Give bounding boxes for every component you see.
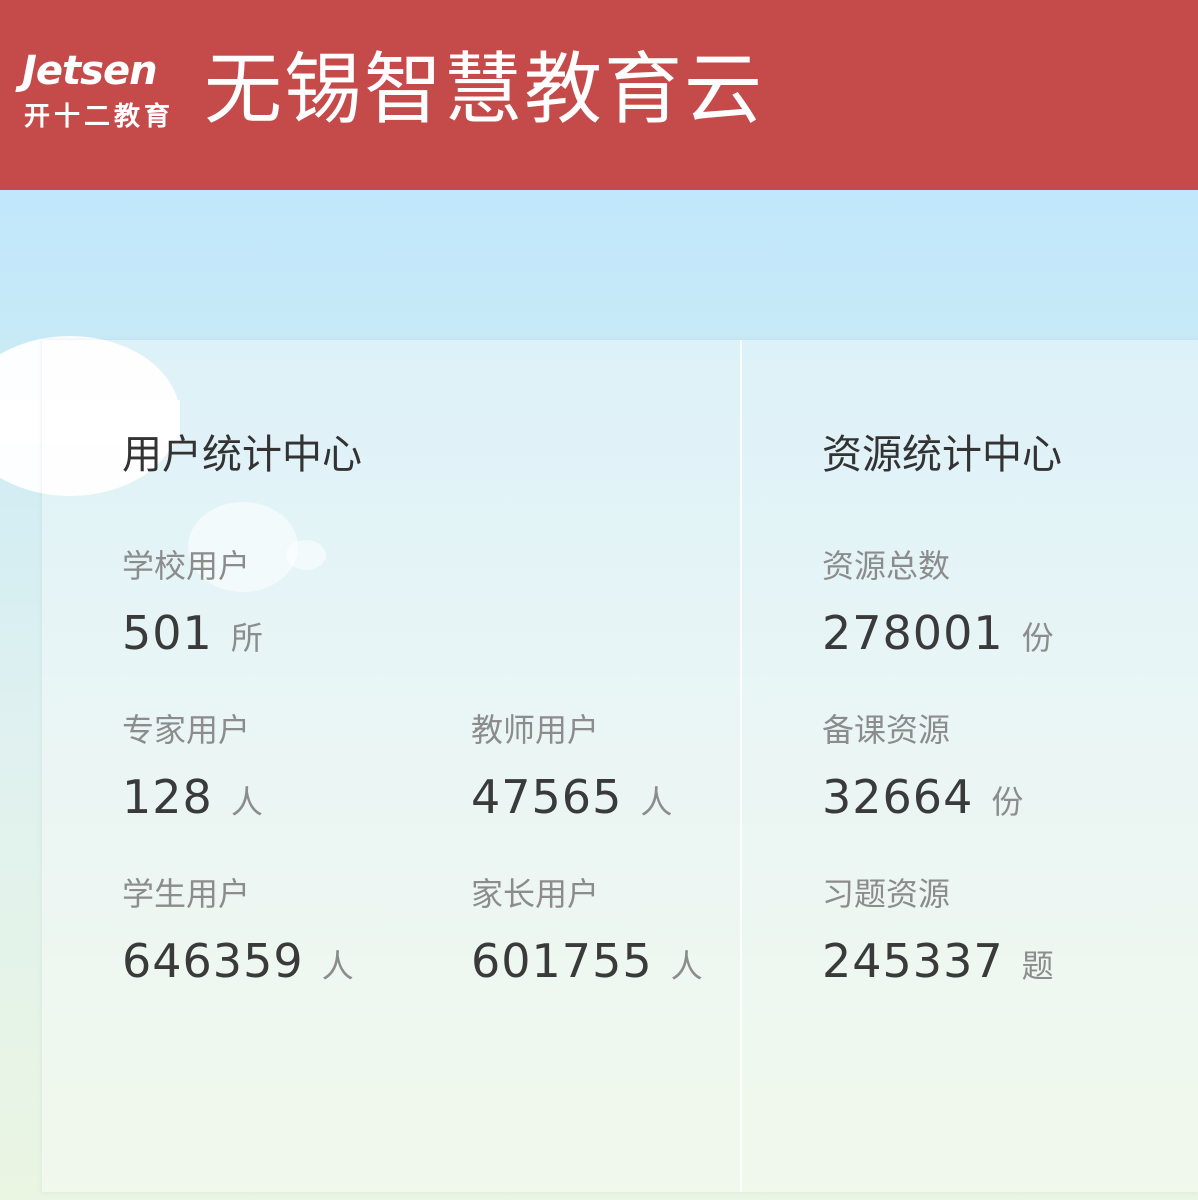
stat-unit: 人	[230, 783, 263, 821]
jetsen-logo[interactable]: Jetsen 开十二教育	[22, 46, 192, 141]
stat-lesson-resources: 备课资源 32664 份	[822, 710, 1023, 835]
stat-expert-users: 专家用户 128 人	[122, 710, 263, 835]
user-stats-title: 用户统计中心	[122, 432, 362, 478]
stat-label: 教师用户	[471, 711, 600, 749]
panel-divider	[740, 340, 742, 1192]
logo-sub-text: 开十二教育	[24, 102, 175, 132]
stat-value: 278001	[822, 606, 1004, 660]
stat-label: 习题资源	[822, 875, 951, 913]
stat-exercise-resources: 习题资源 245337 题	[822, 874, 1054, 999]
stat-unit: 份	[991, 783, 1024, 821]
stat-value: 601755	[471, 934, 653, 988]
cloud-decoration-tiny	[286, 540, 326, 570]
stat-value: 32664	[822, 770, 974, 824]
stat-label: 学校用户	[122, 547, 251, 585]
resource-stats-title: 资源统计中心	[822, 432, 1062, 478]
stat-student-users: 学生用户 646359 人	[122, 874, 354, 999]
stat-label: 备课资源	[822, 711, 951, 749]
stat-label: 学生用户	[122, 875, 251, 913]
stat-unit: 所	[230, 619, 263, 657]
stat-value: 501	[122, 606, 213, 660]
stat-teacher-users: 教师用户 47565 人	[471, 710, 672, 835]
stat-value: 47565	[471, 770, 623, 824]
stat-unit: 人	[670, 947, 703, 985]
site-title: 无锡智慧教育云	[204, 45, 765, 135]
stat-label: 资源总数	[822, 547, 951, 585]
stat-value: 646359	[122, 934, 304, 988]
stat-school-users: 学校用户 501 所	[122, 546, 263, 671]
stat-value: 245337	[822, 934, 1004, 988]
stat-unit: 题	[1021, 947, 1054, 985]
stat-total-resources: 资源总数 278001 份	[822, 546, 1054, 671]
stat-value: 128	[122, 770, 213, 824]
stat-label: 家长用户	[471, 875, 600, 913]
logo-brand-text: Jetsen	[22, 48, 158, 94]
stat-unit: 份	[1021, 619, 1054, 657]
site-header: Jetsen 开十二教育 无锡智慧教育云	[0, 0, 1198, 190]
stat-label: 专家用户	[122, 711, 251, 749]
sky-background	[0, 190, 1198, 340]
stat-unit: 人	[640, 783, 673, 821]
stat-parent-users: 家长用户 601755 人	[471, 874, 703, 999]
stat-unit: 人	[321, 947, 354, 985]
